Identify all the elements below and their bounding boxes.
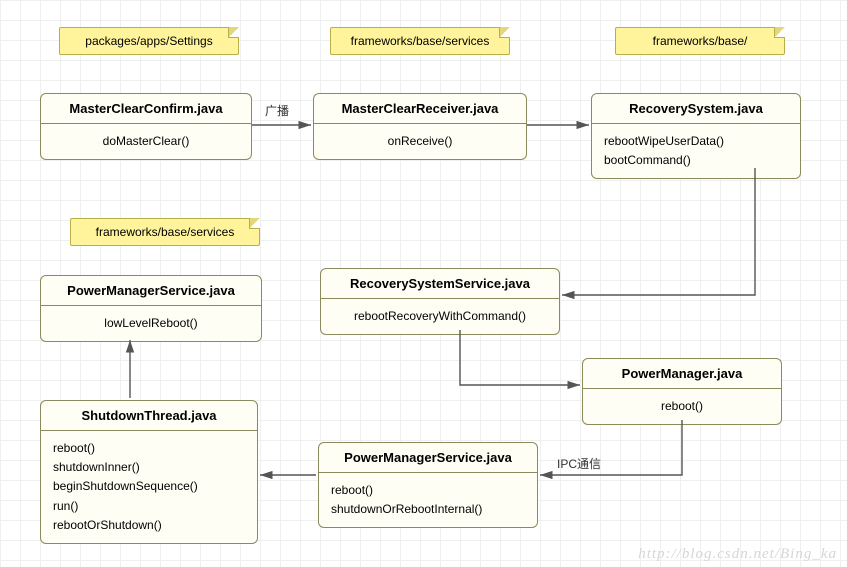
class-methods: reboot() shutdownOrRebootInternal() <box>319 473 537 527</box>
watermark: http://blog.csdn.net/Bing_ka <box>638 546 837 563</box>
note-label: packages/apps/Settings <box>85 34 212 48</box>
class-box-recovery-system: RecoverySystem.java rebootWipeUserData()… <box>591 93 801 179</box>
class-methods: lowLevelReboot() <box>41 306 261 341</box>
class-methods: reboot() shutdownInner() beginShutdownSe… <box>41 431 257 543</box>
class-title: PowerManagerService.java <box>41 276 261 306</box>
class-title: MasterClearReceiver.java <box>314 94 526 124</box>
class-methods: doMasterClear() <box>41 124 251 159</box>
class-box-power-manager-service-2: PowerManagerService.java reboot() shutdo… <box>318 442 538 528</box>
class-title: RecoverySystemService.java <box>321 269 559 299</box>
class-box-shutdown-thread: ShutdownThread.java reboot() shutdownInn… <box>40 400 258 544</box>
class-box-master-clear-confirm: MasterClearConfirm.java doMasterClear() <box>40 93 252 160</box>
edge-label-broadcast: 广播 <box>265 102 289 119</box>
class-methods: rebootRecoveryWithCommand() <box>321 299 559 334</box>
note-packages-apps-settings: packages/apps/Settings <box>59 27 239 55</box>
note-label: frameworks/base/ <box>653 34 748 48</box>
class-title: PowerManager.java <box>583 359 781 389</box>
class-methods: rebootWipeUserData() bootCommand() <box>592 124 800 178</box>
note-frameworks-base: frameworks/base/ <box>615 27 785 55</box>
note-frameworks-base-services-left: frameworks/base/services <box>70 218 260 246</box>
note-frameworks-base-services-top: frameworks/base/services <box>330 27 510 55</box>
class-methods: reboot() <box>583 389 781 424</box>
note-label: frameworks/base/services <box>351 34 490 48</box>
note-label: frameworks/base/services <box>96 225 235 239</box>
class-methods: onReceive() <box>314 124 526 159</box>
class-box-power-manager: PowerManager.java reboot() <box>582 358 782 425</box>
edge-label-ipc: IPC通信 <box>557 455 601 472</box>
class-box-power-manager-service-1: PowerManagerService.java lowLevelReboot(… <box>40 275 262 342</box>
class-box-master-clear-receiver: MasterClearReceiver.java onReceive() <box>313 93 527 160</box>
class-title: MasterClearConfirm.java <box>41 94 251 124</box>
class-title: ShutdownThread.java <box>41 401 257 431</box>
arrow-recoveryservice-to-powermanager <box>460 330 580 385</box>
class-box-recovery-system-service: RecoverySystemService.java rebootRecover… <box>320 268 560 335</box>
class-title: PowerManagerService.java <box>319 443 537 473</box>
arrow-recovery-to-recoveryservice <box>562 168 755 295</box>
class-title: RecoverySystem.java <box>592 94 800 124</box>
